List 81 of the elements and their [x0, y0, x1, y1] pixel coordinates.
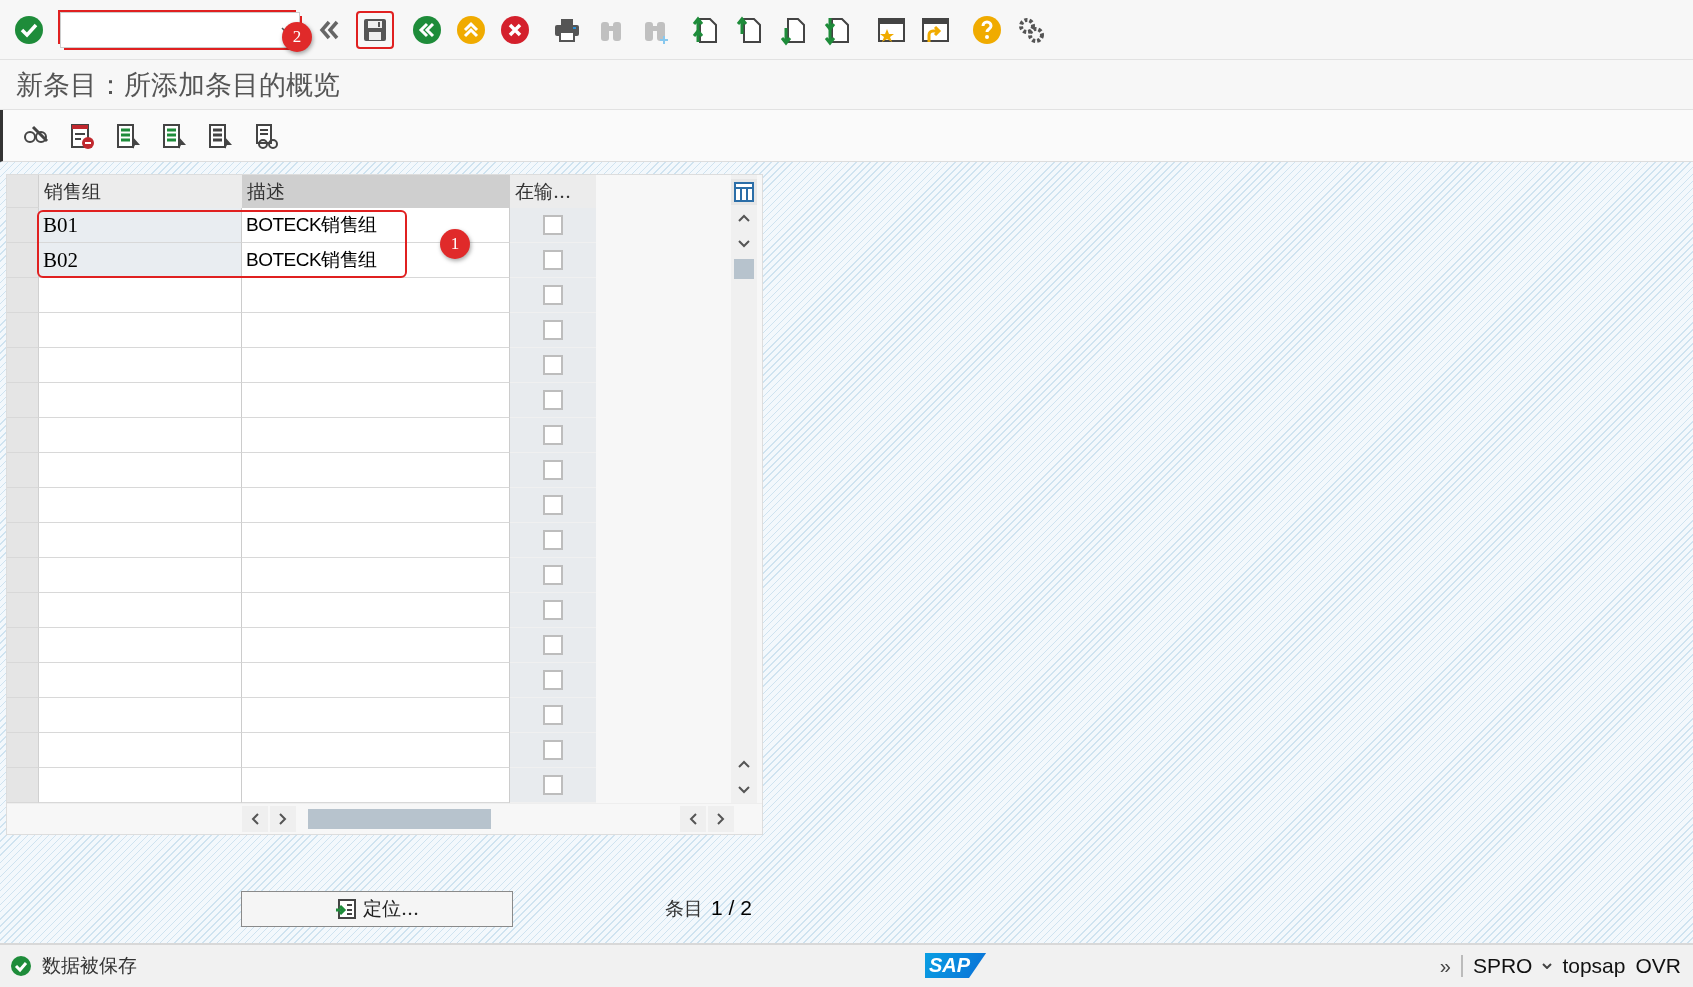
input-field[interactable] — [39, 313, 242, 348]
checkbox[interactable] — [543, 705, 563, 725]
table-cell: B01 — [39, 208, 242, 243]
command-field[interactable] — [60, 11, 300, 48]
save-button[interactable] — [356, 10, 394, 49]
input-field[interactable] — [39, 593, 242, 628]
input-field[interactable] — [242, 628, 510, 663]
checkbox[interactable] — [543, 460, 563, 480]
input-field[interactable] — [39, 453, 242, 488]
scroll-thumb[interactable] — [734, 259, 754, 279]
input-field[interactable] — [242, 733, 510, 768]
input-field[interactable] — [39, 768, 242, 803]
input-field[interactable] — [39, 383, 242, 418]
scroll-right-icon[interactable] — [708, 806, 734, 832]
input-field[interactable] — [242, 523, 510, 558]
checkbox[interactable] — [543, 635, 563, 655]
server-name: topsap — [1562, 954, 1626, 978]
input-field[interactable] — [242, 698, 510, 733]
input-field[interactable] — [242, 383, 510, 418]
checkbox[interactable] — [543, 250, 563, 270]
scroll-right-icon[interactable] — [270, 806, 296, 832]
checkbox[interactable] — [543, 285, 563, 305]
help-icon — [971, 13, 1003, 46]
position-button[interactable]: 定位... — [241, 891, 513, 927]
checkbox[interactable] — [543, 215, 563, 235]
input-field[interactable] — [242, 278, 510, 313]
entry-label: 条目 — [665, 896, 703, 921]
checkbox[interactable] — [543, 600, 563, 620]
logo: SAP — [925, 953, 987, 978]
checkbox[interactable] — [543, 670, 563, 690]
input-field[interactable] — [242, 313, 510, 348]
input-field[interactable] — [242, 593, 510, 628]
status-message: 数据被保存 — [42, 953, 137, 978]
checkbox[interactable] — [543, 320, 563, 340]
input-field[interactable] — [242, 663, 510, 698]
entry-count: 1 / 2 — [711, 896, 752, 921]
checkbox[interactable] — [543, 495, 563, 515]
checkbox[interactable] — [543, 740, 563, 760]
checkbox[interactable] — [543, 530, 563, 550]
close-icon — [499, 13, 531, 46]
input-mode: OVR — [1635, 954, 1681, 978]
scroll-left-icon[interactable] — [680, 806, 706, 832]
checkbox[interactable] — [543, 355, 563, 375]
caret-icon[interactable] — [1542, 963, 1553, 969]
expand-button[interactable]: » — [1439, 954, 1451, 978]
double-chevron-up-icon — [455, 13, 487, 46]
input-field[interactable] — [242, 418, 510, 453]
column-settings-icon[interactable] — [731, 179, 757, 205]
input-field[interactable] — [39, 348, 242, 383]
scroll-left-icon[interactable] — [242, 806, 268, 832]
input-field[interactable] — [39, 558, 242, 593]
checkbox[interactable] — [543, 390, 563, 410]
scroll-thumb[interactable] — [308, 809, 491, 829]
input-field[interactable] — [242, 558, 510, 593]
input-field[interactable] — [242, 768, 510, 803]
screen-title: 新条目：所添加条目的概览 — [16, 67, 340, 102]
column-header[interactable]: 销售组 — [39, 175, 242, 208]
input-field[interactable] — [242, 348, 510, 383]
input-field[interactable] — [242, 453, 510, 488]
check-icon — [13, 13, 45, 46]
input-field[interactable] — [39, 488, 242, 523]
transaction-code: SPRO — [1472, 954, 1533, 978]
step-marker: 2 — [282, 22, 312, 52]
success-icon — [10, 955, 32, 977]
column-header[interactable]: 描述 — [242, 175, 510, 208]
column-header[interactable]: 在输... — [510, 175, 596, 208]
input-field[interactable] — [39, 418, 242, 453]
input-field[interactable] — [242, 488, 510, 523]
checkbox[interactable] — [543, 565, 563, 585]
row-selector[interactable] — [7, 243, 39, 278]
input-field[interactable] — [39, 628, 242, 663]
double-chevron-icon — [411, 13, 443, 46]
checkbox[interactable] — [543, 775, 563, 795]
row-selector[interactable] — [7, 208, 39, 243]
input-field[interactable] — [39, 698, 242, 733]
table-cell: B02 — [39, 243, 242, 278]
checkbox[interactable] — [543, 425, 563, 445]
input-field[interactable] — [39, 663, 242, 698]
input-field[interactable] — [39, 733, 242, 768]
input-field[interactable] — [39, 523, 242, 558]
input-field[interactable] — [39, 278, 242, 313]
